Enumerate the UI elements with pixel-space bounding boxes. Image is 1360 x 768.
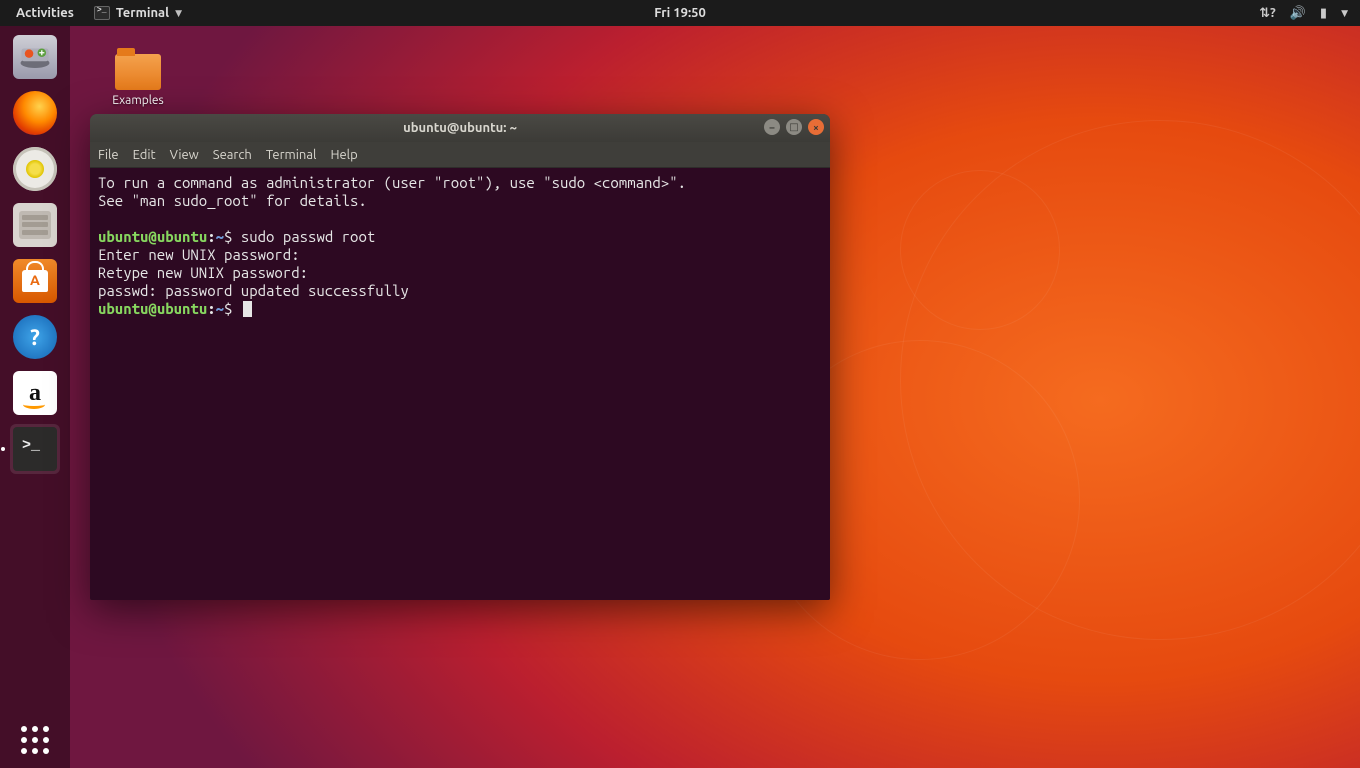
amazon-launcher[interactable]: a: [10, 368, 60, 418]
prompt-host: ubuntu: [157, 300, 207, 317]
terminal-cmd-1: sudo passwd root: [232, 228, 375, 245]
ubuntu-software-launcher[interactable]: [10, 256, 60, 306]
prompt-at: @: [148, 228, 156, 245]
prompt-user: ubuntu: [98, 300, 148, 317]
terminal-out-2: Retype new UNIX password:: [98, 264, 316, 281]
firefox-launcher[interactable]: [10, 88, 60, 138]
files-launcher[interactable]: [10, 200, 60, 250]
menu-file[interactable]: File: [98, 148, 119, 162]
rhythmbox-icon: [13, 147, 57, 191]
desktop-icon-label: Examples: [98, 94, 178, 107]
folder-icon: [115, 54, 161, 90]
window-close-button[interactable]: ×: [808, 119, 824, 135]
volume-icon[interactable]: 🔊: [1290, 6, 1306, 21]
menu-edit[interactable]: Edit: [133, 148, 156, 162]
status-area[interactable]: ⇅? 🔊 ▮ ▼: [1259, 6, 1360, 21]
install-ubuntu-icon: [13, 35, 57, 79]
terminal-launcher[interactable]: [10, 424, 60, 474]
terminal-cmd-2: [232, 300, 240, 317]
window-menubar: File Edit View Search Terminal Help: [90, 142, 830, 168]
terminal-window: ubuntu@ubuntu: ~ – □ × File Edit View Se…: [90, 114, 830, 600]
terminal-body[interactable]: To run a command as administrator (user …: [90, 168, 830, 600]
prompt-path: ~: [216, 228, 224, 245]
prompt-path: ~: [216, 300, 224, 317]
menu-search[interactable]: Search: [213, 148, 252, 162]
top-bar: Activities Terminal ▼ Fri 19:50 ⇅? 🔊 ▮ ▼: [0, 0, 1360, 26]
install-ubuntu-launcher[interactable]: [10, 32, 60, 82]
ubuntu-software-icon: [13, 259, 57, 303]
terminal-out-3: passwd: password updated successfully: [98, 282, 409, 299]
terminal-motd-1: To run a command as administrator (user …: [98, 174, 686, 191]
terminal-icon: [13, 427, 57, 471]
prompt-user: ubuntu: [98, 228, 148, 245]
firefox-icon: [13, 91, 57, 135]
prompt-colon: :: [207, 228, 215, 245]
help-icon: ?: [13, 315, 57, 359]
network-icon[interactable]: ⇅?: [1259, 6, 1276, 21]
system-menu-arrow-icon[interactable]: ▼: [1341, 8, 1348, 19]
dock: ? a: [0, 26, 70, 768]
clock[interactable]: Fri 19:50: [654, 6, 706, 20]
prompt-colon: :: [207, 300, 215, 317]
desktop-icon-examples[interactable]: Examples: [98, 54, 178, 107]
app-menu-button[interactable]: Terminal ▼: [86, 6, 190, 20]
terminal-motd-2: See "man sudo_root" for details.: [98, 192, 367, 209]
terminal-cursor: [243, 301, 252, 317]
window-titlebar[interactable]: ubuntu@ubuntu: ~ – □ ×: [90, 114, 830, 142]
menu-terminal[interactable]: Terminal: [266, 148, 317, 162]
window-minimize-button[interactable]: –: [764, 119, 780, 135]
show-applications-button[interactable]: [21, 726, 49, 754]
battery-icon[interactable]: ▮: [1320, 6, 1327, 21]
window-title: ubuntu@ubuntu: ~: [403, 121, 517, 135]
amazon-icon: a: [13, 371, 57, 415]
prompt-at: @: [148, 300, 156, 317]
files-icon: [13, 203, 57, 247]
menu-view[interactable]: View: [170, 148, 199, 162]
prompt-host: ubuntu: [157, 228, 207, 245]
app-menu-label: Terminal: [116, 6, 169, 20]
window-maximize-button[interactable]: □: [786, 119, 802, 135]
activities-button[interactable]: Activities: [8, 6, 82, 20]
chevron-down-icon: ▼: [175, 8, 182, 19]
help-launcher[interactable]: ?: [10, 312, 60, 362]
terminal-out-1: Enter new UNIX password:: [98, 246, 308, 263]
menu-help[interactable]: Help: [330, 148, 357, 162]
rhythmbox-launcher[interactable]: [10, 144, 60, 194]
terminal-icon: [94, 6, 110, 20]
